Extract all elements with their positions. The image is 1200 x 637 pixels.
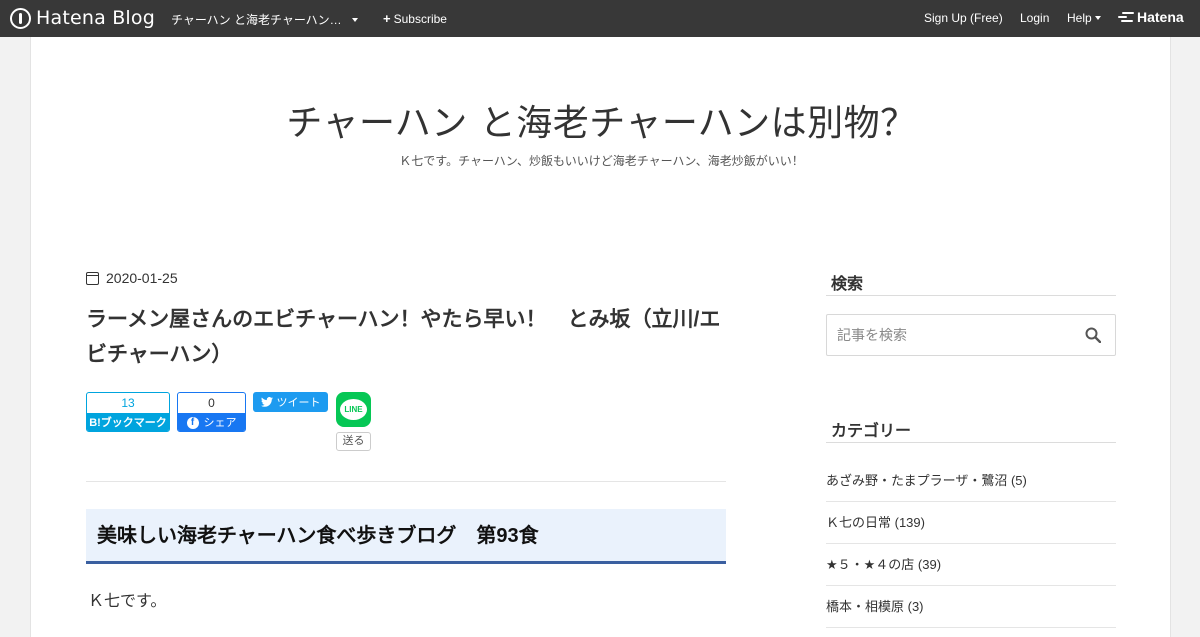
category-item[interactable]: ★５・★４の店 (39) xyxy=(826,544,1116,586)
login-link[interactable]: Login xyxy=(1020,11,1049,25)
category-module-title: カテゴリー xyxy=(826,417,1116,443)
facebook-share-bar: f シェア xyxy=(178,413,245,431)
facebook-share-button[interactable]: 0 f シェア xyxy=(177,392,246,432)
hatena-brand-icon xyxy=(1118,11,1134,23)
hatena-bookmark-button[interactable]: 13 B!ブックマーク xyxy=(86,392,170,432)
category-list: あざみ野・たまプラーザ・鷺沼 (5) Ｋ七の日常 (139) ★５・★４の店 (… xyxy=(826,460,1116,628)
top-navbar: Hatena Blog チャーハン と海老チャーハン… + Subscribe … xyxy=(0,0,1200,37)
line-share-button[interactable]: LINE xyxy=(336,392,371,427)
article-date[interactable]: 2020-01-25 xyxy=(86,270,178,286)
blog-page: チャーハン と海老チャーハンは別物？ Ｋ七です。チャーハン、炒飯もいいけど海老チ… xyxy=(30,37,1171,637)
facebook-share-count: 0 xyxy=(208,396,215,410)
caret-down-icon xyxy=(351,17,358,22)
help-dropdown[interactable]: Help xyxy=(1067,11,1101,25)
blog-selector-dropdown[interactable]: チャーハン と海老チャーハン… xyxy=(171,11,358,28)
search-module-title: 検索 xyxy=(826,270,1116,296)
article-title[interactable]: ラーメン屋さんのエビチャーハン！やたら早い！ とみ坂（立川/エビチャーハン） xyxy=(86,302,731,372)
facebook-share-label: シェア xyxy=(203,417,237,429)
facebook-icon: f xyxy=(186,417,199,429)
category-item[interactable]: あざみ野・たまプラーザ・鷺沼 (5) xyxy=(826,460,1116,502)
logo-text: Hatena Blog xyxy=(36,7,155,29)
twitter-bird-icon xyxy=(260,397,273,407)
blog-description: Ｋ七です。チャーハン、炒飯もいいけど海老チャーハン、海老炒飯がいい！ xyxy=(399,154,804,168)
category-item[interactable]: 橋本・相模原 (3) xyxy=(826,586,1116,628)
category-item[interactable]: Ｋ七の日常 (139) xyxy=(826,502,1116,544)
hatena-blog-logo[interactable]: Hatena Blog xyxy=(10,7,155,29)
tweet-label: ツイート xyxy=(276,397,321,409)
caret-down-icon xyxy=(1094,16,1101,20)
line-send-button[interactable]: 送る xyxy=(336,432,371,451)
line-icon: LINE xyxy=(340,399,367,420)
search-input[interactable] xyxy=(837,315,1077,355)
blog-selector-label: チャーハン と海老チャーハン… xyxy=(171,13,342,27)
signup-link[interactable]: Sign Up (Free) xyxy=(924,11,1003,25)
hatena-logo-icon xyxy=(10,7,31,29)
article-date-text: 2020-01-25 xyxy=(106,270,178,286)
hatena-bookmark-label: B!ブックマーク xyxy=(87,413,169,431)
blog-title[interactable]: チャーハン と海老チャーハンは別物？ xyxy=(31,94,1172,146)
search-box xyxy=(826,314,1116,356)
section-heading: 美味しい海老チャーハン食べ歩きブログ 第93食 xyxy=(86,509,726,564)
hatena-bookmark-count: 13 xyxy=(121,396,135,410)
help-label: Help xyxy=(1067,11,1092,25)
hatena-brand-link[interactable]: Hatena xyxy=(1118,9,1184,25)
article-body-text: Ｋ七です。 xyxy=(88,593,167,610)
plus-icon: + xyxy=(383,11,391,26)
subscribe-label: Subscribe xyxy=(393,11,447,26)
subscribe-button[interactable]: + Subscribe xyxy=(383,11,447,26)
calendar-icon xyxy=(86,271,99,285)
hatena-brand-label: Hatena xyxy=(1137,9,1184,25)
search-icon[interactable] xyxy=(1085,327,1101,343)
divider xyxy=(86,481,726,482)
tweet-button[interactable]: ツイート xyxy=(253,392,328,412)
